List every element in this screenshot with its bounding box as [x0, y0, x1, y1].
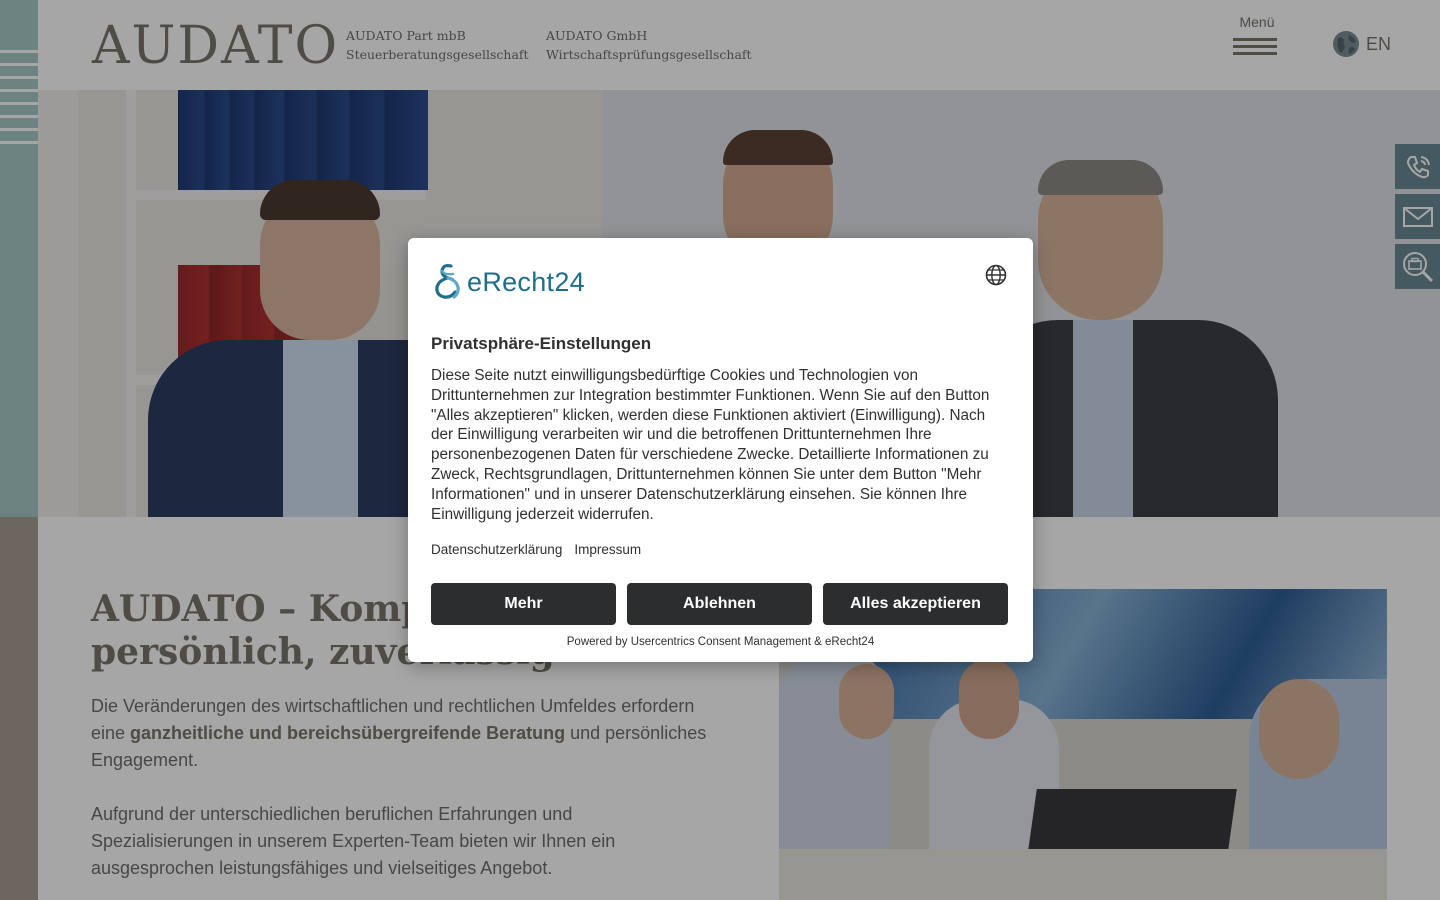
- decline-button[interactable]: Ablehnen: [627, 583, 812, 625]
- consent-title: Privatsphäre-Einstellungen: [431, 334, 652, 353]
- consent-description: Diese Seite nutzt einwilligungsbedürftig…: [431, 367, 990, 523]
- privacy-policy-link[interactable]: Datenschutzerklärung: [431, 542, 562, 557]
- consent-dialog: eRecht24 Privatsphäre-Einstellungen Dies…: [408, 238, 1033, 662]
- erecht24-mark-icon: [435, 263, 460, 299]
- brand-name: eRecht24: [467, 266, 585, 297]
- language-selector-button[interactable]: [985, 264, 1007, 286]
- globe-icon: [985, 264, 1007, 286]
- accept-all-button[interactable]: Alles akzeptieren: [823, 583, 1008, 625]
- erecht24-logo: eRecht24: [431, 262, 585, 302]
- powered-by-text: Powered by Usercentrics Consent Manageme…: [566, 636, 875, 648]
- consent-links: Datenschutzerklärung Impressum: [431, 542, 641, 557]
- more-button[interactable]: Mehr: [431, 583, 616, 625]
- imprint-link[interactable]: Impressum: [574, 542, 641, 557]
